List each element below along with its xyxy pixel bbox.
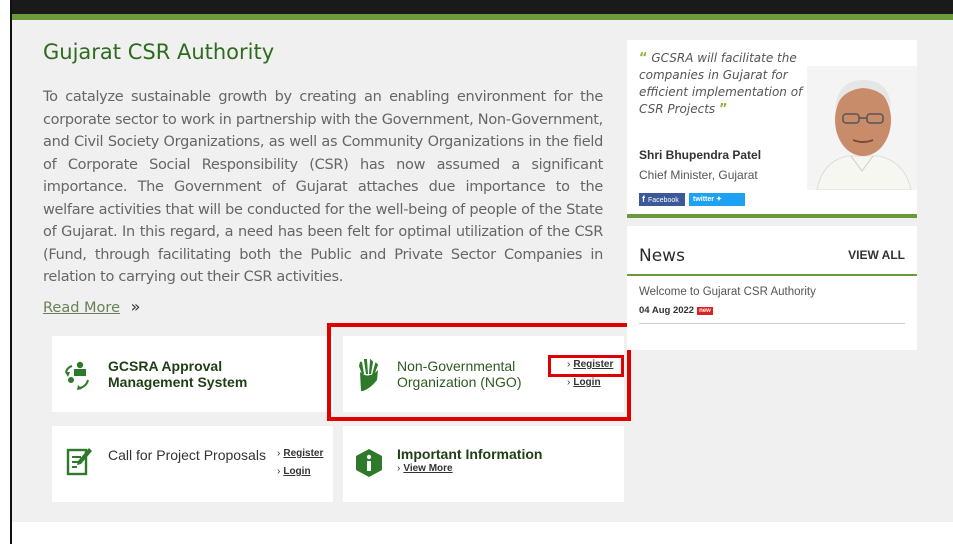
cm-quote: “ GCSRA will facilitate the companies in… [639,50,819,118]
quote-open-icon: “ [639,51,648,66]
read-more-link[interactable]: Read More [43,300,120,316]
facebook-label: Facebook [648,197,679,204]
news-item-title[interactable]: Welcome to Gujarat CSR Authority [639,286,816,298]
read-more-arrow: » [130,297,141,316]
news-divider [627,274,917,276]
card-approval-title: GCSRA Approval Management System [108,358,247,390]
news-view-all-link[interactable]: VIEW ALL [848,248,905,262]
cm-name: Shri Bhupendra Patel [639,148,762,162]
news-heading: News [639,246,685,266]
header-bar [12,0,953,20]
news-item-date: 04 Aug 2022 new [639,305,713,316]
facebook-icon: f [642,194,645,204]
proposals-register-label[interactable]: Register [283,448,323,459]
info-hexagon-icon [356,449,382,477]
info-view-more-label[interactable]: View More [403,463,452,474]
highlight-register-link [548,355,624,377]
intro-paragraph: To catalyze sustainable growth by creati… [43,89,603,285]
proposals-login-label[interactable]: Login [283,466,310,477]
proposals-login-link[interactable]: › Login [277,466,311,477]
card-project-proposals[interactable]: Call for Project Proposals › Register › Lo… [52,426,333,502]
info-view-more-link[interactable]: › View More [397,463,453,474]
news-date-text: 04 Aug 2022 [639,305,695,316]
proposals-register-link[interactable]: › Register [277,448,323,459]
card-approval-system[interactable]: GCSRA Approval Management System [52,336,333,412]
cm-quote-panel: “ GCSRA will facilitate the companies in… [627,40,917,218]
twitter-button[interactable]: twitter ✦ [689,193,745,206]
facebook-button[interactable]: f Facebook [639,193,685,206]
cm-role: Chief Minister, Gujarat [639,168,758,182]
twitter-bird-icon: ✦ [714,196,722,203]
card-approval-line2: Management System [108,374,248,390]
edit-document-icon [66,448,92,476]
card-info-title: Important Information [397,446,543,462]
card-important-info[interactable]: Important Information › View More [343,426,624,502]
card-approval-line1: GCSRA Approval [108,358,223,374]
page-title: Gujarat CSR Authority [43,40,275,64]
twitter-label: twitter [693,196,714,203]
new-badge: new [697,307,713,315]
quote-close-icon: ” [718,102,728,117]
recycle-people-icon [65,361,89,390]
cm-portrait-photo [807,66,917,190]
read-more: Read More » [43,297,140,316]
news-item-separator [639,323,905,324]
news-panel: News VIEW ALL Welcome to Gujarat CSR Aut… [627,226,917,350]
card-proposals-title: Call for Project Proposals [108,447,266,463]
